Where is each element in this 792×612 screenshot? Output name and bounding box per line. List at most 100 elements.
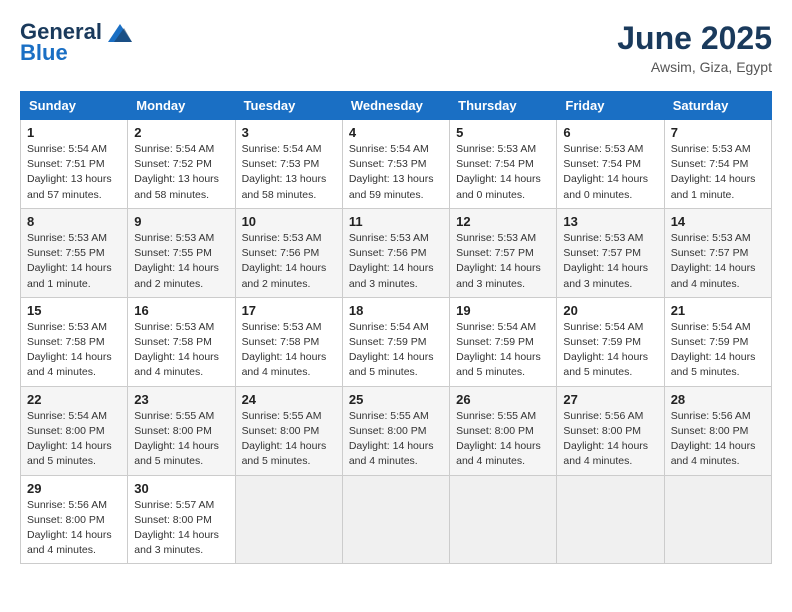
sunrise-label: Sunrise: 5:53 AM bbox=[671, 232, 751, 244]
daylight-label: Daylight: 14 hours and 5 minutes. bbox=[27, 440, 112, 467]
daylight-label: Daylight: 14 hours and 3 minutes. bbox=[349, 262, 434, 289]
day-info: Sunrise: 5:53 AM Sunset: 7:57 PM Dayligh… bbox=[671, 231, 765, 292]
daylight-label: Daylight: 14 hours and 2 minutes. bbox=[242, 262, 327, 289]
daylight-label: Daylight: 14 hours and 3 minutes. bbox=[134, 529, 219, 556]
day-info: Sunrise: 5:53 AM Sunset: 7:54 PM Dayligh… bbox=[456, 142, 550, 203]
calendar-cell bbox=[235, 475, 342, 564]
title-block: June 2025 Awsim, Giza, Egypt bbox=[617, 20, 772, 75]
daylight-label: Daylight: 14 hours and 4 minutes. bbox=[563, 440, 648, 467]
sunrise-label: Sunrise: 5:56 AM bbox=[563, 410, 643, 422]
sunrise-label: Sunrise: 5:53 AM bbox=[671, 143, 751, 155]
page-header: General Blue June 2025 Awsim, Giza, Egyp… bbox=[20, 20, 772, 75]
day-number: 14 bbox=[671, 214, 765, 229]
sunset-label: Sunset: 8:00 PM bbox=[27, 514, 105, 526]
calendar-cell: 1 Sunrise: 5:54 AM Sunset: 7:51 PM Dayli… bbox=[21, 120, 128, 209]
calendar-cell: 10 Sunrise: 5:53 AM Sunset: 7:56 PM Dayl… bbox=[235, 208, 342, 297]
day-number: 5 bbox=[456, 125, 550, 140]
daylight-label: Daylight: 14 hours and 4 minutes. bbox=[671, 262, 756, 289]
calendar-cell: 22 Sunrise: 5:54 AM Sunset: 8:00 PM Dayl… bbox=[21, 386, 128, 475]
day-info: Sunrise: 5:57 AM Sunset: 8:00 PM Dayligh… bbox=[134, 498, 228, 559]
day-info: Sunrise: 5:55 AM Sunset: 8:00 PM Dayligh… bbox=[349, 409, 443, 470]
daylight-label: Daylight: 14 hours and 4 minutes. bbox=[456, 440, 541, 467]
day-number: 16 bbox=[134, 303, 228, 318]
day-number: 11 bbox=[349, 214, 443, 229]
logo-blue-text: Blue bbox=[20, 40, 68, 66]
daylight-label: Daylight: 13 hours and 59 minutes. bbox=[349, 173, 434, 200]
day-number: 4 bbox=[349, 125, 443, 140]
day-info: Sunrise: 5:53 AM Sunset: 7:54 PM Dayligh… bbox=[563, 142, 657, 203]
sunrise-label: Sunrise: 5:54 AM bbox=[563, 321, 643, 333]
day-number: 6 bbox=[563, 125, 657, 140]
sunset-label: Sunset: 7:59 PM bbox=[671, 336, 749, 348]
sunrise-label: Sunrise: 5:56 AM bbox=[671, 410, 751, 422]
day-info: Sunrise: 5:54 AM Sunset: 7:53 PM Dayligh… bbox=[242, 142, 336, 203]
day-info: Sunrise: 5:56 AM Sunset: 8:00 PM Dayligh… bbox=[671, 409, 765, 470]
sunset-label: Sunset: 7:59 PM bbox=[349, 336, 427, 348]
sunrise-label: Sunrise: 5:53 AM bbox=[456, 232, 536, 244]
calendar-cell: 7 Sunrise: 5:53 AM Sunset: 7:54 PM Dayli… bbox=[664, 120, 771, 209]
sunrise-label: Sunrise: 5:54 AM bbox=[349, 143, 429, 155]
calendar-cell: 15 Sunrise: 5:53 AM Sunset: 7:58 PM Dayl… bbox=[21, 297, 128, 386]
sunset-label: Sunset: 8:00 PM bbox=[242, 425, 320, 437]
sunset-label: Sunset: 8:00 PM bbox=[563, 425, 641, 437]
day-number: 25 bbox=[349, 392, 443, 407]
sunset-label: Sunset: 7:55 PM bbox=[134, 247, 212, 259]
sunset-label: Sunset: 7:59 PM bbox=[563, 336, 641, 348]
day-number: 22 bbox=[27, 392, 121, 407]
sunrise-label: Sunrise: 5:54 AM bbox=[27, 143, 107, 155]
calendar-cell: 11 Sunrise: 5:53 AM Sunset: 7:56 PM Dayl… bbox=[342, 208, 449, 297]
sunset-label: Sunset: 7:54 PM bbox=[671, 158, 749, 170]
daylight-label: Daylight: 13 hours and 58 minutes. bbox=[134, 173, 219, 200]
daylight-label: Daylight: 14 hours and 5 minutes. bbox=[242, 440, 327, 467]
daylight-label: Daylight: 14 hours and 4 minutes. bbox=[242, 351, 327, 378]
daylight-label: Daylight: 13 hours and 58 minutes. bbox=[242, 173, 327, 200]
daylight-label: Daylight: 14 hours and 1 minute. bbox=[27, 262, 112, 289]
day-info: Sunrise: 5:54 AM Sunset: 7:53 PM Dayligh… bbox=[349, 142, 443, 203]
weekday-header-tuesday: Tuesday bbox=[235, 92, 342, 120]
sunrise-label: Sunrise: 5:55 AM bbox=[242, 410, 322, 422]
day-info: Sunrise: 5:56 AM Sunset: 8:00 PM Dayligh… bbox=[27, 498, 121, 559]
day-info: Sunrise: 5:53 AM Sunset: 7:54 PM Dayligh… bbox=[671, 142, 765, 203]
day-number: 18 bbox=[349, 303, 443, 318]
day-info: Sunrise: 5:53 AM Sunset: 7:58 PM Dayligh… bbox=[27, 320, 121, 381]
calendar-week-row: 15 Sunrise: 5:53 AM Sunset: 7:58 PM Dayl… bbox=[21, 297, 772, 386]
sunset-label: Sunset: 7:52 PM bbox=[134, 158, 212, 170]
sunset-label: Sunset: 8:00 PM bbox=[27, 425, 105, 437]
day-number: 27 bbox=[563, 392, 657, 407]
day-info: Sunrise: 5:54 AM Sunset: 7:59 PM Dayligh… bbox=[456, 320, 550, 381]
sunset-label: Sunset: 8:00 PM bbox=[349, 425, 427, 437]
day-info: Sunrise: 5:53 AM Sunset: 7:55 PM Dayligh… bbox=[134, 231, 228, 292]
daylight-label: Daylight: 14 hours and 3 minutes. bbox=[456, 262, 541, 289]
sunset-label: Sunset: 7:57 PM bbox=[456, 247, 534, 259]
daylight-label: Daylight: 14 hours and 4 minutes. bbox=[349, 440, 434, 467]
calendar-table: SundayMondayTuesdayWednesdayThursdayFrid… bbox=[20, 91, 772, 564]
sunrise-label: Sunrise: 5:55 AM bbox=[134, 410, 214, 422]
calendar-cell: 13 Sunrise: 5:53 AM Sunset: 7:57 PM Dayl… bbox=[557, 208, 664, 297]
day-number: 2 bbox=[134, 125, 228, 140]
day-number: 13 bbox=[563, 214, 657, 229]
sunset-label: Sunset: 7:58 PM bbox=[27, 336, 105, 348]
daylight-label: Daylight: 14 hours and 4 minutes. bbox=[27, 529, 112, 556]
logo: General Blue bbox=[20, 20, 132, 66]
calendar-cell: 9 Sunrise: 5:53 AM Sunset: 7:55 PM Dayli… bbox=[128, 208, 235, 297]
sunrise-label: Sunrise: 5:54 AM bbox=[349, 321, 429, 333]
sunset-label: Sunset: 7:54 PM bbox=[563, 158, 641, 170]
sunset-label: Sunset: 8:00 PM bbox=[456, 425, 534, 437]
calendar-cell bbox=[342, 475, 449, 564]
day-info: Sunrise: 5:54 AM Sunset: 7:59 PM Dayligh… bbox=[349, 320, 443, 381]
logo-icon bbox=[104, 20, 132, 44]
calendar-week-row: 22 Sunrise: 5:54 AM Sunset: 8:00 PM Dayl… bbox=[21, 386, 772, 475]
calendar-cell bbox=[557, 475, 664, 564]
calendar-cell: 6 Sunrise: 5:53 AM Sunset: 7:54 PM Dayli… bbox=[557, 120, 664, 209]
calendar-cell: 16 Sunrise: 5:53 AM Sunset: 7:58 PM Dayl… bbox=[128, 297, 235, 386]
sunrise-label: Sunrise: 5:53 AM bbox=[134, 232, 214, 244]
daylight-label: Daylight: 14 hours and 5 minutes. bbox=[349, 351, 434, 378]
daylight-label: Daylight: 14 hours and 0 minutes. bbox=[563, 173, 648, 200]
calendar-cell: 5 Sunrise: 5:53 AM Sunset: 7:54 PM Dayli… bbox=[450, 120, 557, 209]
sunrise-label: Sunrise: 5:54 AM bbox=[134, 143, 214, 155]
sunrise-label: Sunrise: 5:53 AM bbox=[456, 143, 536, 155]
day-number: 24 bbox=[242, 392, 336, 407]
sunrise-label: Sunrise: 5:55 AM bbox=[456, 410, 536, 422]
day-number: 3 bbox=[242, 125, 336, 140]
sunset-label: Sunset: 7:58 PM bbox=[134, 336, 212, 348]
